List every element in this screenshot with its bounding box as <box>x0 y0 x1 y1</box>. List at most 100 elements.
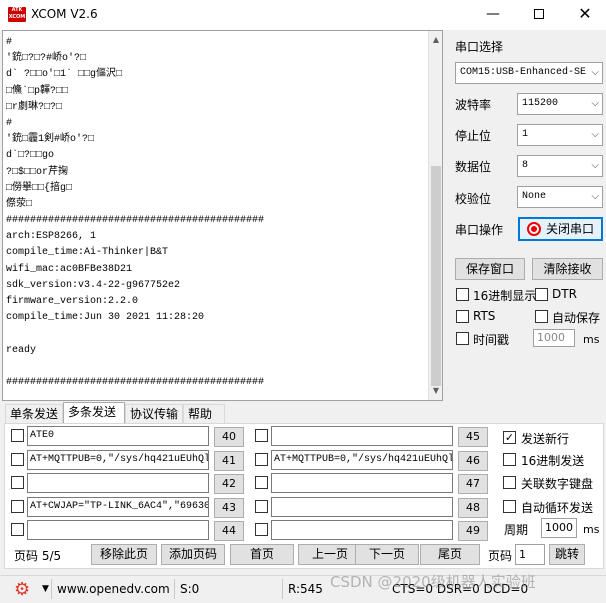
send-field[interactable]: ATE0 <box>27 426 209 446</box>
row-checkbox[interactable] <box>11 452 24 466</box>
timestamp-label: 时间戳 <box>473 333 510 347</box>
send-row-button[interactable]: 43 <box>214 497 244 518</box>
period-input[interactable]: 1000 <box>541 518 577 538</box>
send-row-button[interactable]: 45 <box>458 427 488 447</box>
dtr-checkbox[interactable] <box>535 288 548 301</box>
last-page-button[interactable]: 尾页 <box>420 544 480 565</box>
link-keyboard-checkbox[interactable] <box>503 476 516 489</box>
website-link[interactable]: www.openedv.com <box>57 582 170 596</box>
close-port-label: 关闭串口 <box>545 222 594 236</box>
close-port-button[interactable]: 关闭串口 <box>518 217 603 241</box>
stop-bits-label: 停止位 <box>455 129 492 143</box>
vertical-scrollbar[interactable]: ▲ ▼ <box>428 31 442 400</box>
receive-line: ?□$□□or芹掬 <box>6 166 69 178</box>
send-row-button[interactable]: 49 <box>458 521 488 541</box>
baud-label: 波特率 <box>455 98 492 112</box>
data-bits-value: 8 <box>522 160 529 171</box>
receive-area[interactable]: # '銃□?□?#峤o'?□ d` ?□□o'□1` □□g傴沢□ □儵`□p韗?□□… <box>2 30 443 401</box>
row-checkbox[interactable] <box>11 476 24 489</box>
send-newline-label: 发送新行 <box>521 432 570 446</box>
send-row-button[interactable]: 44 <box>214 521 244 541</box>
tab-protocol[interactable]: 协议传输 <box>125 404 183 424</box>
row-checkbox[interactable] <box>11 429 24 442</box>
rts-checkbox[interactable] <box>456 310 469 323</box>
send-row-button[interactable]: 42 <box>214 474 244 494</box>
send-field[interactable] <box>271 520 453 540</box>
page-number-input[interactable]: 1 <box>515 544 545 565</box>
sent-count: S:0 <box>180 582 200 596</box>
timestamp-checkbox[interactable] <box>456 332 469 345</box>
receive-line: □儵`□p韗?□□ <box>6 85 69 97</box>
hex-send-label: 16进制发送 <box>521 454 585 468</box>
auto-loop-checkbox[interactable] <box>503 500 516 513</box>
chevron-down-icon: ⌵ <box>591 98 599 109</box>
gear-icon[interactable]: ⚙ <box>14 579 30 600</box>
send-field[interactable] <box>271 496 453 517</box>
receive-line: arch:ESP8266, 1 <box>6 231 97 243</box>
close-button[interactable]: ✕ <box>562 0 606 30</box>
row-checkbox[interactable] <box>255 523 268 536</box>
timestamp-interval-input[interactable]: 1000 <box>533 329 575 347</box>
next-page-button[interactable]: 下一页 <box>355 544 419 565</box>
send-field[interactable] <box>27 520 209 540</box>
send-field[interactable] <box>27 473 209 493</box>
send-row-button[interactable]: 48 <box>458 497 488 518</box>
send-row-button[interactable]: 41 <box>214 450 244 471</box>
stop-bits-select[interactable]: 1 ⌵ <box>517 124 603 146</box>
row-checkbox[interactable] <box>11 499 24 513</box>
receive-line: # <box>6 37 13 48</box>
parity-select[interactable]: None ⌵ <box>517 186 603 208</box>
send-row-button[interactable]: 47 <box>458 474 488 494</box>
row-checkbox[interactable] <box>255 429 268 442</box>
scroll-down-icon[interactable]: ▼ <box>429 384 443 398</box>
port-select[interactable]: COM15:USB-Enhanced-SE ⌵ <box>455 62 603 84</box>
maximize-icon <box>534 9 544 19</box>
remove-page-button[interactable]: 移除此页 <box>91 544 157 565</box>
status-divider <box>51 579 52 599</box>
send-field[interactable] <box>271 426 453 446</box>
scroll-thumb[interactable] <box>431 166 441 386</box>
baud-select[interactable]: 115200 ⌵ <box>517 93 603 115</box>
save-window-button[interactable]: 保存窗口 <box>455 258 525 280</box>
first-page-button[interactable]: 首页 <box>230 544 294 565</box>
auto-save-checkbox[interactable] <box>535 310 548 323</box>
send-newline-checkbox[interactable]: ✓ <box>503 431 516 444</box>
clear-receive-button[interactable]: 清除接收 <box>532 258 603 280</box>
row-checkbox[interactable] <box>255 499 268 513</box>
row-checkbox[interactable] <box>11 523 24 536</box>
receive-line: '銃□?□?#峤o'?□ <box>6 53 87 65</box>
receive-line: ########################################… <box>6 215 265 227</box>
jump-button[interactable]: 跳转 <box>549 544 585 565</box>
parity-label: 校验位 <box>455 192 492 206</box>
tab-single-send[interactable]: 单条发送 <box>5 404 63 424</box>
auto-loop-label: 自动循环发送 <box>521 501 594 515</box>
hex-display-checkbox[interactable] <box>456 288 469 301</box>
chevron-down-icon: ⌵ <box>591 191 599 202</box>
port-select-value: COM15:USB-Enhanced-SE <box>460 67 587 78</box>
send-field[interactable]: AT+MQTTPUB=0,"/sys/hq421uEUhQl <box>271 449 453 470</box>
maximize-button[interactable] <box>516 0 562 30</box>
data-bits-select[interactable]: 8 ⌵ <box>517 155 603 177</box>
hex-send-checkbox[interactable] <box>503 453 516 466</box>
record-icon <box>526 221 541 236</box>
window-title: XCOM V2.6 <box>31 7 98 21</box>
row-checkbox[interactable] <box>255 476 268 489</box>
receive-line <box>6 326 426 342</box>
send-row-button[interactable]: 46 <box>458 450 488 471</box>
period-unit: ms <box>583 523 600 536</box>
send-field[interactable]: AT+CWJAP="TP-LINK_6AC4","69630 <box>27 496 209 517</box>
send-field[interactable]: AT+MQTTPUB=0,"/sys/hq421uEUhQl <box>27 449 209 470</box>
scroll-up-icon[interactable]: ▲ <box>429 33 443 47</box>
send-row-button[interactable]: 40 <box>214 427 244 447</box>
chevron-down-icon[interactable]: ▼ <box>42 584 49 594</box>
tab-help[interactable]: 帮助 <box>183 404 225 424</box>
add-page-button[interactable]: 添加页码 <box>161 544 225 565</box>
minimize-button[interactable]: — <box>470 0 516 30</box>
received-count: R:545 <box>288 582 323 596</box>
row-checkbox[interactable] <box>255 452 268 466</box>
timestamp-unit: ms <box>583 333 600 346</box>
tab-multi-send[interactable]: 多条发送 <box>63 402 125 424</box>
prev-page-button[interactable]: 上一页 <box>298 544 362 565</box>
send-field[interactable] <box>271 473 453 493</box>
receive-line: compile_time:Jun 30 2021 11:28:20 <box>6 312 205 324</box>
